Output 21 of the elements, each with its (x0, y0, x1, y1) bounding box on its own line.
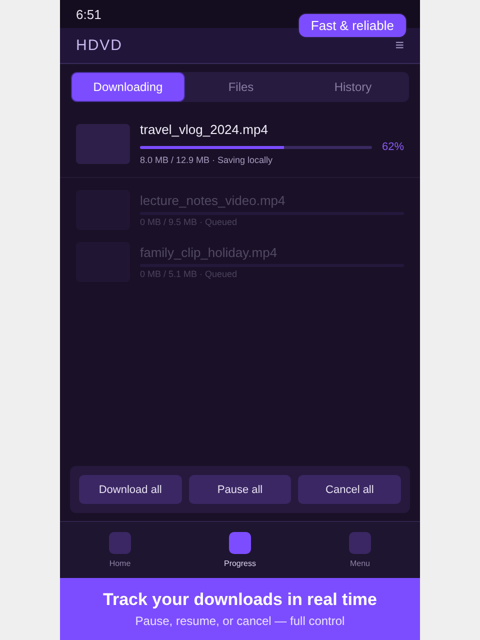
tab[interactable]: History (297, 72, 409, 102)
file-name: family_clip_holiday.mp4 (140, 245, 278, 260)
action-button[interactable]: Download all (79, 475, 182, 504)
tab[interactable]: Files (185, 72, 297, 102)
file-name: lecture_notes_video.mp4 (140, 193, 286, 208)
download-detail: 8.0 MB / 12.9 MB · Saving locally (140, 155, 274, 165)
menu-button[interactable]: ≡ (395, 37, 404, 54)
status-time: 6:51 (76, 6, 102, 22)
nav-item[interactable]: Home (85, 532, 155, 568)
banner-subline: Pause, resume, or cancel — full control (135, 614, 345, 628)
feature-badge: Fast & reliable (298, 13, 407, 38)
nav-item[interactable]: Progress (205, 532, 275, 568)
nav-item[interactable]: Menu (325, 532, 395, 568)
action-button[interactable]: Cancel all (298, 475, 402, 504)
action-button[interactable]: Pause all (188, 475, 292, 504)
video-thumbnail (76, 124, 130, 164)
app-title: HDVD (76, 37, 123, 54)
progress-percent: 62% (382, 141, 404, 153)
tab[interactable]: Downloading (71, 72, 185, 102)
file-name: travel_vlog_2024.mp4 (140, 122, 269, 137)
banner-headline: Track your downloads in real time (103, 590, 377, 610)
